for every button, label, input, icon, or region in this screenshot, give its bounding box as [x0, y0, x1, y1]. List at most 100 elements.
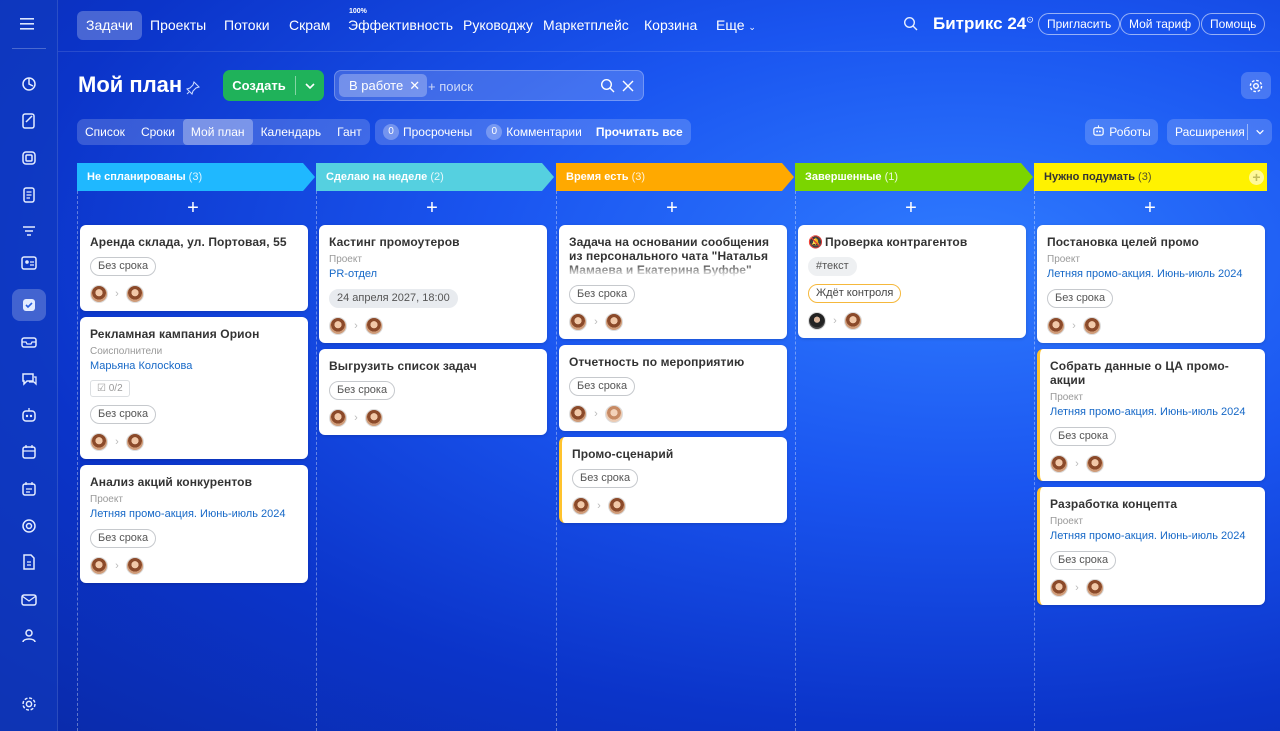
my-tariff-button[interactable]: Мой тариф	[1120, 13, 1201, 35]
creator-avatar[interactable]	[569, 405, 587, 423]
task-link[interactable]: Летняя промо-акция. Июнь-июль 2024	[1050, 405, 1255, 419]
task-title[interactable]: Собрать данные о ЦА промо-акции	[1050, 359, 1255, 387]
tasks-icon[interactable]	[12, 289, 46, 321]
deadline-badge[interactable]: Без срока	[569, 285, 636, 304]
nav-flows[interactable]: Потоки	[215, 11, 279, 40]
menu-icon[interactable]	[18, 16, 40, 32]
contact-card-icon[interactable]	[12, 247, 46, 279]
settings-gear-icon[interactable]	[12, 688, 46, 720]
task-card[interactable]: Собрать данные о ЦА промо-акции Проект Лет…	[1037, 349, 1265, 481]
task-title[interactable]: Разработка концепта	[1050, 497, 1255, 511]
task-card[interactable]: Разработка концепта Проект Летняя промо-ак…	[1037, 487, 1265, 605]
task-card[interactable]: 🔕 Проверка контрагентов #текст Ждёт контрол…	[798, 225, 1026, 338]
creator-avatar[interactable]	[90, 433, 108, 451]
task-title[interactable]: Выгрузить список задач	[329, 359, 537, 373]
deadline-badge[interactable]: Без срока	[1047, 289, 1114, 308]
task-card[interactable]: Анализ акций конкурентов Проект Летняя про…	[80, 465, 308, 583]
document-icon[interactable]	[12, 179, 46, 211]
edit-doc-icon[interactable]	[12, 105, 46, 137]
responsible-avatar[interactable]	[1086, 579, 1104, 597]
extensions-button[interactable]: Расширения	[1167, 119, 1272, 145]
task-link[interactable]: PR-отдел	[329, 267, 537, 281]
deadline-badge[interactable]: Без срока	[1050, 427, 1117, 446]
task-card[interactable]: Постановка целей промо Проект Летняя промо…	[1037, 225, 1265, 343]
checklist-badge[interactable]: ☑ 0/2	[90, 380, 130, 397]
responsible-avatar[interactable]	[365, 409, 383, 427]
task-link[interactable]: Летняя промо-акция. Июнь-июль 2024	[1050, 529, 1255, 543]
nav-efficiency[interactable]: Эффективность	[339, 11, 462, 40]
nav-supervision[interactable]: Руководжу	[454, 11, 542, 40]
deadline-badge[interactable]: Без срока	[329, 381, 396, 400]
add-task-button[interactable]: +	[1034, 191, 1266, 225]
task-title[interactable]: Аренда склада, ул. Портовая, 55	[90, 235, 298, 249]
tab-gantt[interactable]: Гант	[329, 119, 370, 145]
task-card[interactable]: Аренда склада, ул. Портовая, 55 Без срока…	[80, 225, 308, 311]
view-settings-button[interactable]	[1241, 72, 1271, 99]
task-title[interactable]: 🔕 Проверка контрагентов	[808, 235, 1016, 249]
task-title[interactable]: Постановка целей промо	[1047, 235, 1255, 249]
mail-icon[interactable]	[12, 584, 46, 616]
invite-button[interactable]: Пригласить	[1038, 13, 1121, 35]
responsible-avatar[interactable]	[608, 497, 626, 515]
schedule-icon[interactable]	[12, 473, 46, 505]
task-card[interactable]: Задача на основании сообщения из персона…	[559, 225, 787, 339]
robots-button[interactable]: Роботы	[1085, 119, 1158, 145]
hashtag-badge[interactable]: #текст	[808, 257, 857, 276]
task-title[interactable]: Промо-сценарий	[572, 447, 777, 461]
add-task-button[interactable]: +	[316, 191, 548, 225]
filter-chip-in-progress[interactable]: В работе ✕	[339, 74, 428, 97]
deadline-badge[interactable]: Без срока	[90, 257, 157, 276]
deadline-badge[interactable]: Без срока	[1050, 551, 1117, 570]
creator-avatar[interactable]	[90, 557, 108, 575]
task-title[interactable]: Кастинг промоутеров	[329, 235, 537, 249]
tab-deadlines[interactable]: Сроки	[133, 119, 183, 145]
creator-avatar[interactable]	[808, 312, 826, 330]
task-card[interactable]: Кастинг промоутеров Проект PR-отдел 24 апре…	[319, 225, 547, 343]
tab-list[interactable]: Список	[77, 119, 133, 145]
counter-comments[interactable]: 0 Комментарии	[486, 124, 582, 140]
responsible-avatar[interactable]	[365, 317, 383, 335]
add-task-button[interactable]: +	[795, 191, 1027, 225]
task-link[interactable]: Летняя промо-акция. Июнь-июль 2024	[90, 507, 298, 521]
employees-icon[interactable]	[12, 620, 46, 652]
tab-my-plan[interactable]: Мой план	[182, 119, 253, 145]
deadline-badge[interactable]: Без срока	[90, 405, 157, 424]
creator-avatar[interactable]	[1050, 455, 1068, 473]
add-task-button[interactable]: +	[77, 191, 309, 225]
chevron-down-icon[interactable]	[1249, 119, 1271, 145]
responsible-avatar[interactable]	[126, 557, 144, 575]
nav-more[interactable]: Еще ⌄	[707, 11, 765, 40]
creator-avatar[interactable]	[1050, 579, 1068, 597]
read-all-button[interactable]: Прочитать все	[596, 125, 683, 139]
robot-icon[interactable]	[12, 399, 46, 431]
filter-funnel-icon[interactable]	[12, 216, 46, 248]
chevron-down-icon[interactable]	[296, 70, 324, 101]
responsible-avatar[interactable]	[605, 313, 623, 331]
task-title[interactable]: Отчетность по мероприятию	[569, 355, 777, 369]
chat-icon[interactable]	[12, 363, 46, 395]
nav-projects[interactable]: Проекты	[141, 11, 215, 40]
file-icon[interactable]	[12, 546, 46, 578]
deadline-badge[interactable]: Без срока	[572, 469, 639, 488]
deadline-badge[interactable]: Без срока	[90, 529, 157, 548]
task-title[interactable]: Рекламная кампания Орион	[90, 327, 298, 341]
deadline-badge[interactable]: 24 апреля 2027, 18:00	[329, 289, 458, 308]
responsible-avatar[interactable]	[844, 312, 862, 330]
column-header[interactable]: Не спланированы (3)	[77, 163, 315, 191]
global-search-icon[interactable]	[903, 16, 919, 32]
task-title[interactable]: Задача на основании сообщения из персона…	[569, 235, 777, 277]
awaiting-control-badge[interactable]: Ждёт контроля	[808, 284, 902, 303]
deadline-badge[interactable]: Без срока	[569, 377, 636, 396]
calendar-icon[interactable]	[12, 436, 46, 468]
nav-tasks[interactable]: Задачи	[77, 11, 143, 40]
task-card[interactable]: Промо-сценарий Без срока ›	[559, 437, 787, 523]
task-card[interactable]: Рекламная кампания Орион Соисполнители Мар…	[80, 317, 308, 459]
close-icon[interactable]: ✕	[409, 74, 420, 97]
pin-icon[interactable]	[185, 80, 201, 96]
help-button[interactable]: Помощь	[1201, 13, 1266, 35]
inbox-icon[interactable]	[12, 326, 46, 358]
creator-avatar[interactable]	[329, 317, 347, 335]
creator-avatar[interactable]	[572, 497, 590, 515]
responsible-avatar[interactable]	[1086, 455, 1104, 473]
responsible-avatar[interactable]	[126, 433, 144, 451]
